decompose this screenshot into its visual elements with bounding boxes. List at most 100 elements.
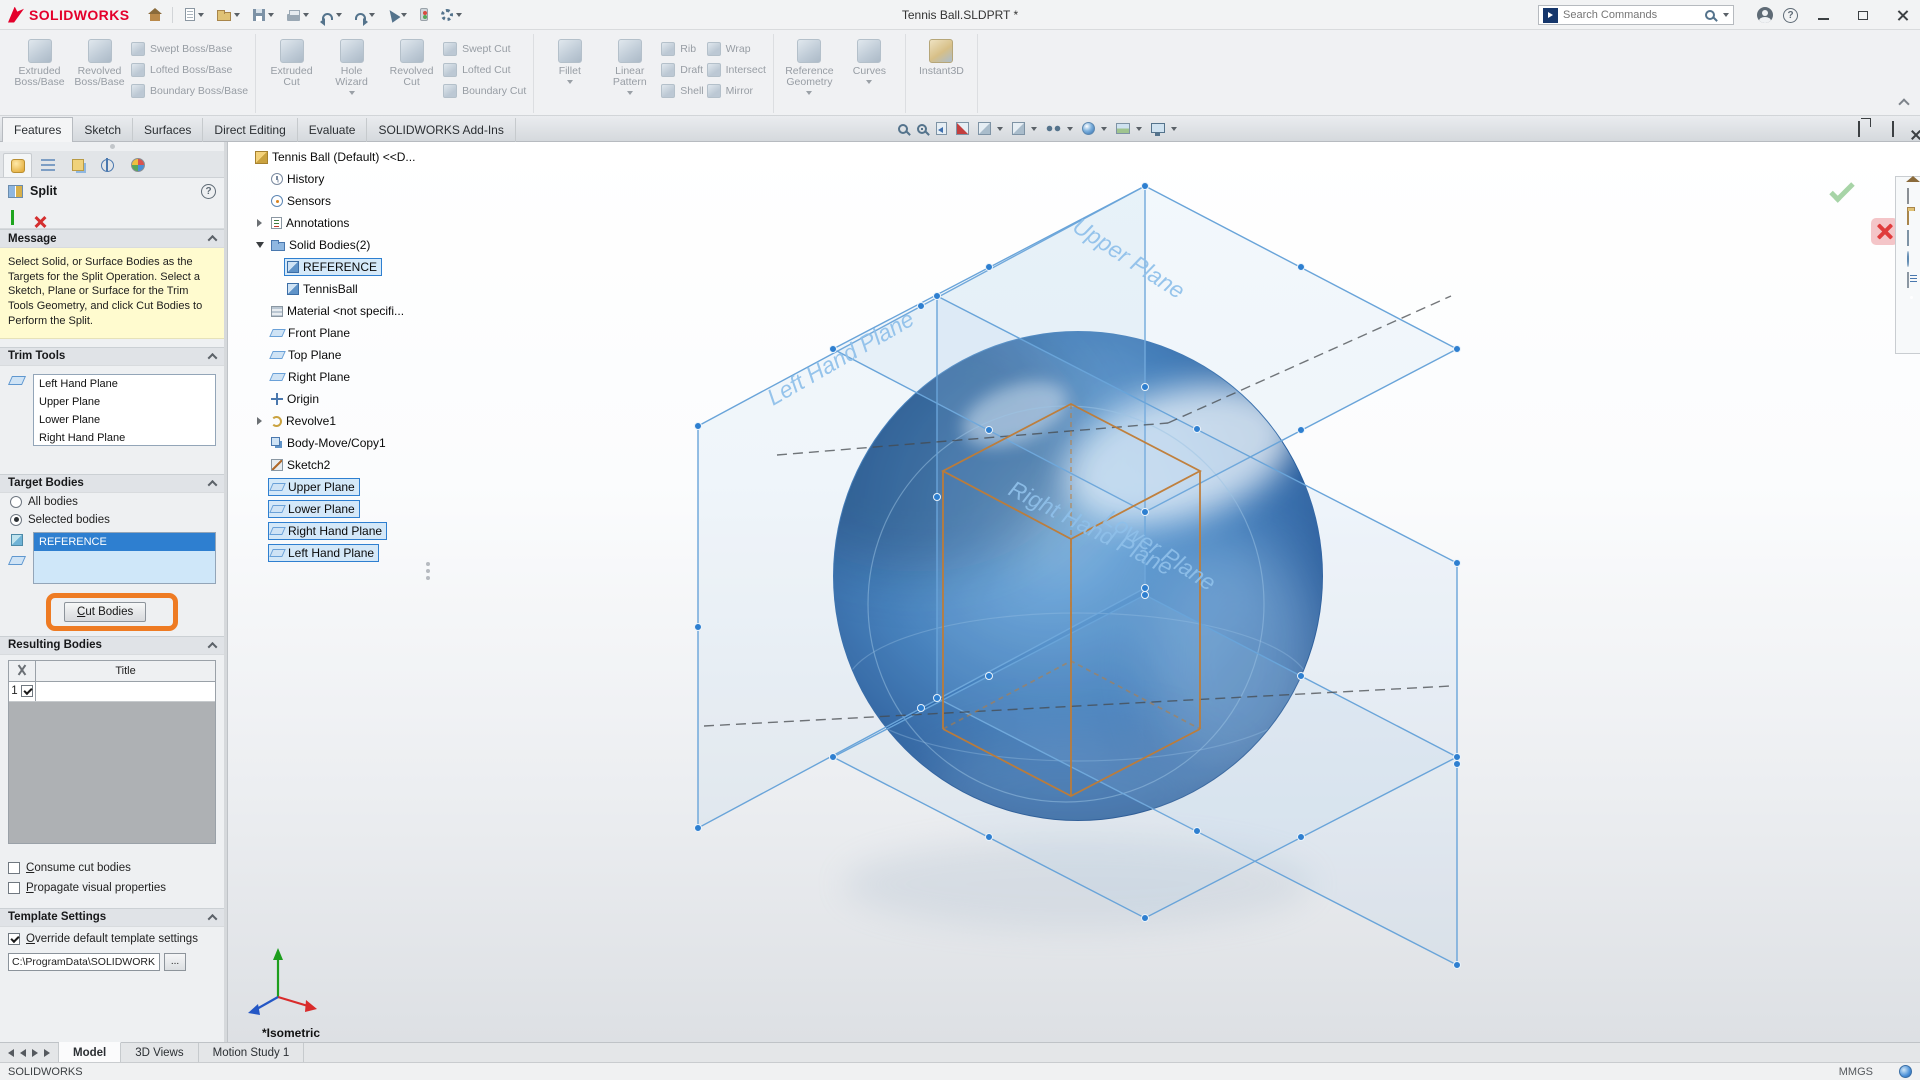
draft-button[interactable]: Draft: [661, 62, 703, 78]
tab-scroll-last-icon[interactable]: [44, 1049, 50, 1057]
view-settings-button[interactable]: [1151, 125, 1177, 133]
tab-solidworks-add-ins[interactable]: SOLIDWORKS Add-Ins: [367, 118, 515, 142]
mirror-button[interactable]: Mirror: [707, 83, 766, 99]
search-caret-icon[interactable]: [1723, 13, 1729, 17]
curves-button[interactable]: Curves: [841, 36, 898, 84]
open-button[interactable]: [212, 3, 245, 27]
rib-button[interactable]: Rib: [661, 41, 703, 57]
consume-checkbox[interactable]: [8, 862, 20, 874]
help-icon[interactable]: [1783, 8, 1798, 23]
tab-direct-editing[interactable]: Direct Editing: [203, 118, 297, 142]
tree-item-sensors[interactable]: Sensors: [238, 190, 463, 212]
rebuild-button[interactable]: [415, 3, 433, 27]
tree-item-left-hand-plane[interactable]: Left Hand Plane: [238, 542, 463, 564]
tab-scroll-right-icon[interactable]: [32, 1049, 38, 1057]
swept-cut-button[interactable]: Swept Cut: [443, 41, 526, 57]
lofted-boss-base-button[interactable]: Lofted Boss/Base: [131, 62, 248, 78]
section-target-bodies[interactable]: Target Bodies: [0, 474, 224, 493]
all-bodies-option[interactable]: All bodies: [0, 493, 224, 511]
design-library-tab[interactable]: [1907, 189, 1909, 203]
resulting-bodies-table[interactable]: Title 1: [8, 660, 216, 844]
file-explorer-tab[interactable]: [1907, 210, 1909, 224]
new-document-button[interactable]: [180, 3, 209, 27]
redo-button[interactable]: [350, 3, 380, 27]
tab-scroll-first-icon[interactable]: [8, 1049, 14, 1057]
instant3d-button[interactable]: Instant3D: [913, 36, 970, 77]
tab-3d-views[interactable]: 3D Views: [121, 1043, 198, 1062]
tab-display-manager[interactable]: [123, 153, 152, 177]
command-search[interactable]: [1538, 5, 1734, 25]
tree-width-handle[interactable]: [426, 562, 430, 580]
section-trim-tools[interactable]: Trim Tools: [0, 347, 224, 366]
tab-sketch[interactable]: Sketch: [73, 118, 133, 142]
appearances-tab[interactable]: [1907, 252, 1909, 266]
tab-surfaces[interactable]: Surfaces: [133, 118, 203, 142]
intersect-button[interactable]: Intersect: [707, 62, 766, 78]
3d-viewport[interactable]: Upper Plane Left Hand Plane Right Hand P…: [228, 142, 1920, 1042]
override-template-option[interactable]: Override default template settings: [0, 927, 224, 947]
all-bodies-radio[interactable]: [10, 496, 22, 508]
propagate-visual-properties-option[interactable]: Propagate visual properties: [0, 876, 224, 896]
propagate-checkbox[interactable]: [8, 882, 20, 894]
boundary-boss-base-button[interactable]: Boundary Boss/Base: [131, 83, 248, 99]
cut-bodies-button[interactable]: Cut Bodies: [64, 602, 146, 622]
reference-geometry-button[interactable]: ReferenceGeometry: [781, 36, 838, 95]
body-title-cell[interactable]: [36, 682, 215, 701]
tab-scroll-left-icon[interactable]: [20, 1049, 26, 1057]
tab-evaluate[interactable]: Evaluate: [298, 118, 368, 142]
extruded-boss-base-button[interactable]: ExtrudedBoss/Base: [11, 36, 68, 88]
revolved-boss-base-button[interactable]: RevolvedBoss/Base: [71, 36, 128, 88]
tree-item-solid-bodies[interactable]: Solid Bodies(2): [238, 234, 463, 256]
linear-pattern-button[interactable]: LinearPattern: [601, 36, 658, 95]
pm-ok-button[interactable]: [11, 210, 14, 222]
tree-item-tennisball[interactable]: TennisBall: [238, 278, 463, 300]
tree-item-sketch2[interactable]: Sketch2: [238, 454, 463, 476]
graphics-area[interactable]: Upper Plane Left Hand Plane Right Hand P…: [228, 142, 1920, 1042]
panel-splitter-handle[interactable]: [110, 144, 115, 149]
expand-icon[interactable]: [257, 417, 262, 425]
pm-help-icon[interactable]: [201, 184, 216, 199]
tree-item-body-move-copy1[interactable]: Body-Move/Copy1: [238, 432, 463, 454]
units-selector[interactable]: MMGS: [1839, 1066, 1873, 1078]
undo-button[interactable]: [317, 3, 347, 27]
options-button[interactable]: [436, 3, 467, 27]
section-view-button[interactable]: [956, 122, 969, 135]
hole-wizard-button[interactable]: HoleWizard: [323, 36, 380, 95]
target-list-empty-area[interactable]: [34, 551, 215, 583]
collapse-icon[interactable]: [256, 242, 264, 248]
trim-tools-list[interactable]: Left Hand Plane Upper Plane Lower Plane …: [33, 374, 216, 446]
wrap-button[interactable]: Wrap: [707, 41, 766, 57]
trim-list-item[interactable]: Left Hand Plane: [34, 375, 215, 393]
extruded-cut-button[interactable]: ExtrudedCut: [263, 36, 320, 88]
close-button[interactable]: [1888, 1, 1918, 29]
globe-icon[interactable]: [1899, 1065, 1912, 1078]
select-button[interactable]: [383, 3, 412, 27]
search-icon[interactable]: [1705, 10, 1715, 20]
document-float-button[interactable]: [1858, 122, 1860, 136]
save-button[interactable]: [248, 3, 279, 27]
tree-item-part-root[interactable]: Tennis Ball (Default) <<D...: [238, 146, 463, 168]
tree-item-right-plane[interactable]: Right Plane: [238, 366, 463, 388]
custom-properties-tab[interactable]: [1907, 273, 1909, 287]
tab-dimxpert-manager[interactable]: [93, 153, 122, 177]
resulting-body-row[interactable]: 1: [9, 682, 215, 702]
tree-item-top-plane[interactable]: Top Plane: [238, 344, 463, 366]
view-orientation-button[interactable]: [978, 122, 1003, 135]
browse-button[interactable]: ...: [164, 953, 186, 971]
selected-bodies-radio[interactable]: [10, 514, 22, 526]
tree-item-material[interactable]: Material <not specifi...: [238, 300, 463, 322]
tree-item-annotations[interactable]: Annotations: [238, 212, 463, 234]
print-button[interactable]: [282, 3, 314, 27]
zoom-fit-button[interactable]: [898, 124, 908, 134]
swept-boss-base-button[interactable]: Swept Boss/Base: [131, 41, 248, 57]
tab-feature-manager[interactable]: [33, 153, 62, 177]
override-checkbox[interactable]: [8, 933, 20, 945]
trim-list-item[interactable]: Lower Plane: [34, 411, 215, 429]
tree-item-right-hand-plane[interactable]: Right Hand Plane: [238, 520, 463, 542]
body-checkbox[interactable]: [21, 685, 33, 697]
tab-motion-study-1[interactable]: Motion Study 1: [199, 1043, 305, 1062]
section-message[interactable]: Message: [0, 229, 224, 248]
display-style-button[interactable]: [1012, 122, 1037, 135]
tab-features[interactable]: Features: [2, 117, 73, 142]
tree-item-history[interactable]: History: [238, 168, 463, 190]
